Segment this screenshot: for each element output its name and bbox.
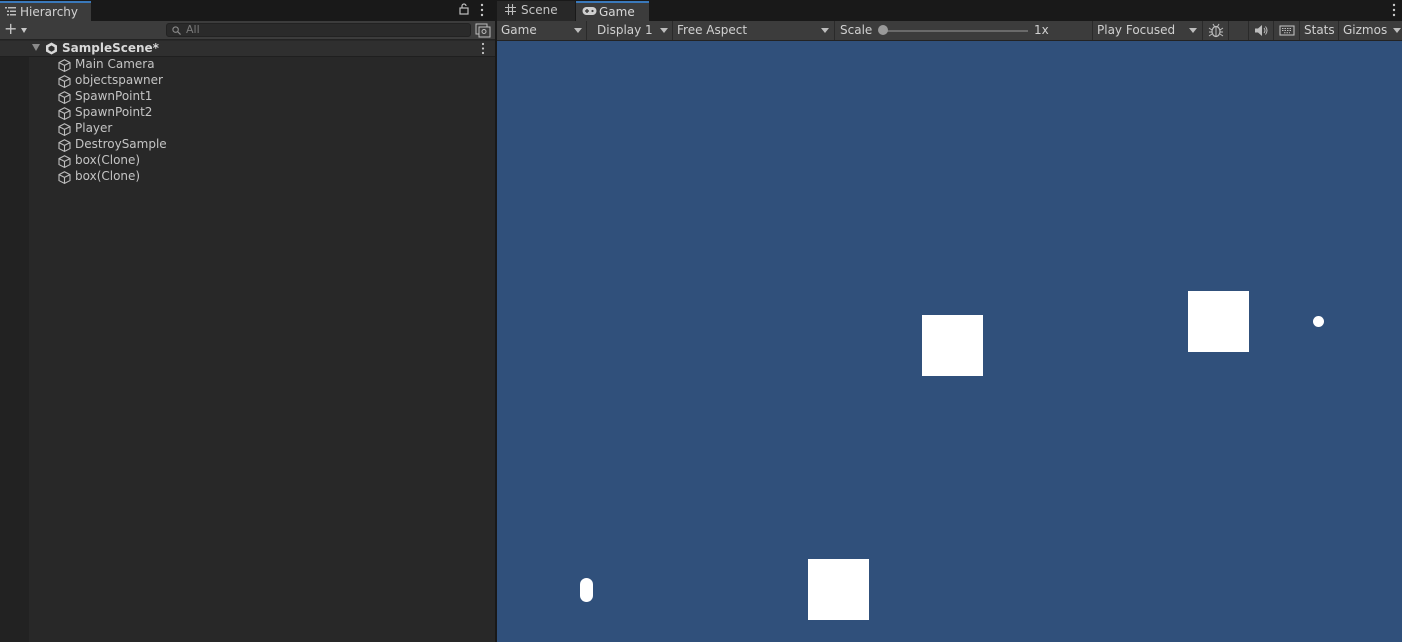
gameobject-cube-icon [58, 123, 71, 136]
view-select-value: Game [501, 23, 537, 37]
tab-hierarchy[interactable]: Hierarchy [0, 1, 91, 21]
tab-game[interactable]: Game [576, 1, 649, 21]
tab-game-label: Game [599, 5, 635, 19]
box-object [808, 559, 869, 620]
player-object [580, 578, 593, 602]
gizmos-button[interactable]: Gizmos [1339, 21, 1402, 40]
display-select-value: Display 1 [597, 23, 653, 37]
hierarchy-item[interactable]: objectspawner [0, 73, 495, 89]
scene-header-row[interactable]: SampleScene* [0, 41, 495, 57]
stats-label: Stats [1304, 23, 1335, 37]
grid-icon [505, 4, 516, 15]
gameobject-cube-icon [58, 75, 71, 88]
hierarchy-item[interactable]: SpawnPoint1 [0, 89, 495, 105]
search-input[interactable]: All [166, 23, 471, 37]
scale-label: Scale [840, 23, 873, 37]
hierarchy-item-label: box(Clone) [75, 169, 141, 183]
gizmos-label: Gizmos [1343, 23, 1388, 37]
box-object [1188, 291, 1249, 352]
keyboard-icon [1279, 25, 1295, 36]
hierarchy-item[interactable]: SpawnPoint2 [0, 105, 495, 121]
gamepad-icon [582, 7, 597, 15]
hierarchy-item[interactable]: DestroySample [0, 137, 495, 153]
add-object-button[interactable]: + [2, 19, 30, 38]
hierarchy-item-label: SpawnPoint2 [75, 105, 153, 119]
bug-icon [1208, 23, 1224, 38]
hierarchy-item-label: objectspawner [75, 73, 163, 87]
hierarchy-item-label: box(Clone) [75, 153, 141, 167]
chevron-down-icon [1393, 28, 1401, 33]
view-select[interactable]: Game [497, 21, 587, 40]
hierarchy-item-label: Player [75, 121, 113, 135]
search-placeholder: All [186, 23, 200, 36]
stats-button[interactable]: Stats [1300, 21, 1339, 40]
gameobject-cube-icon [58, 155, 71, 168]
kebab-menu-icon[interactable] [477, 3, 487, 17]
list-icon [5, 7, 16, 16]
gameobject-cube-icon [58, 171, 71, 184]
scale-slider-track[interactable] [883, 30, 1028, 32]
tab-hierarchy-label: Hierarchy [20, 5, 79, 19]
chevron-down-icon [574, 28, 582, 33]
speaker-icon [1255, 25, 1268, 36]
chevron-down-icon [660, 28, 668, 33]
hierarchy-item[interactable]: box(Clone) [0, 153, 495, 169]
hierarchy-item[interactable]: box(Clone) [0, 169, 495, 185]
gameobject-cube-icon [58, 59, 71, 72]
hierarchy-item[interactable]: Main Camera [0, 57, 495, 73]
tab-scene[interactable]: Scene [497, 1, 575, 21]
gameobject-cube-icon [58, 107, 71, 120]
hierarchy-item[interactable]: Player [0, 121, 495, 137]
chevron-down-icon [821, 28, 829, 33]
toolbar-spacer [1229, 21, 1249, 40]
chevron-down-icon [1189, 28, 1197, 33]
bullet-object [1313, 316, 1324, 327]
scale-value: 1x [1034, 23, 1049, 37]
chevron-down-icon [21, 28, 27, 33]
gameobject-cube-icon [58, 139, 71, 152]
plus-icon: + [4, 19, 18, 38]
aspect-select-value: Free Aspect [677, 23, 748, 37]
lock-icon[interactable] [458, 3, 470, 15]
aspect-select[interactable]: Free Aspect [673, 21, 835, 40]
hierarchy-item-label: Main Camera [75, 57, 155, 71]
game-viewport[interactable] [497, 41, 1402, 642]
hierarchy-item-label: DestroySample [75, 137, 167, 151]
hierarchy-item-label: SpawnPoint1 [75, 89, 153, 103]
box-object [922, 315, 983, 376]
gameobject-cube-icon [58, 91, 71, 104]
scene-name: SampleScene* [62, 41, 159, 55]
scale-slider-thumb[interactable] [878, 25, 888, 35]
unity-scene-icon [46, 42, 57, 55]
search-icon [172, 26, 181, 35]
tab-scene-label: Scene [521, 3, 558, 17]
hierarchy-toolbar: + All [0, 19, 495, 40]
scene-menu-icon[interactable] [479, 42, 487, 55]
expand-arrow-icon[interactable] [32, 44, 40, 51]
play-mode-value: Play Focused [1097, 23, 1176, 37]
scene-search-icon[interactable] [475, 23, 491, 38]
game-kebab-menu-icon[interactable] [1390, 3, 1398, 17]
play-mode-select[interactable]: Play Focused [1093, 21, 1203, 40]
display-select[interactable]: Display 1 [587, 21, 673, 40]
